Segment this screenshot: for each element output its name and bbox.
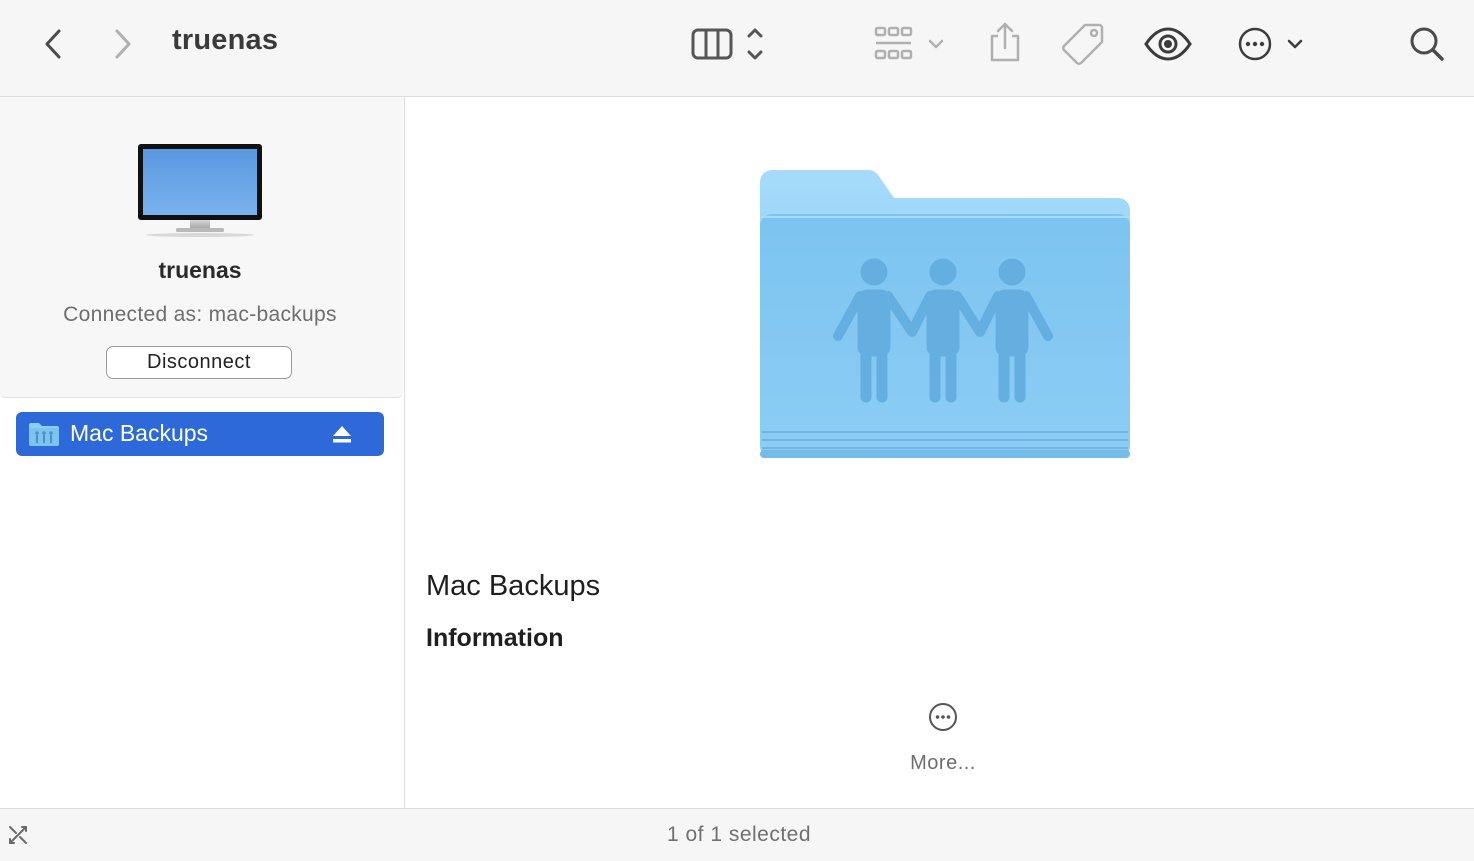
chevron-left-icon bbox=[45, 29, 61, 59]
ellipsis-circle-icon bbox=[929, 703, 957, 731]
actions-button[interactable] bbox=[1236, 22, 1308, 66]
back-button[interactable] bbox=[36, 24, 70, 64]
connection-status: Connected as: mac-backups bbox=[63, 303, 337, 326]
search-button[interactable] bbox=[1404, 22, 1450, 66]
server-card: truenas Connected as: mac-backups Discon… bbox=[0, 97, 403, 398]
window-title: truenas bbox=[172, 24, 279, 56]
chevron-right-icon bbox=[115, 29, 131, 59]
tag-icon bbox=[1062, 23, 1104, 65]
server-name: truenas bbox=[158, 257, 242, 283]
ellipsis-circle-icon bbox=[1238, 27, 1303, 61]
search-icon bbox=[1410, 27, 1444, 61]
shared-folder-icon bbox=[760, 169, 1130, 458]
preview-title: Mac Backups bbox=[426, 570, 601, 602]
toolbar: truenas bbox=[0, 0, 1474, 97]
eye-icon bbox=[1144, 27, 1192, 61]
forward-button[interactable] bbox=[106, 24, 140, 64]
more-label: More... bbox=[910, 752, 976, 774]
information-heading: Information bbox=[426, 624, 564, 652]
sidebar-item-label: Mac Backups bbox=[70, 420, 209, 446]
share-button[interactable] bbox=[984, 20, 1026, 66]
status-bar: 1 of 1 selected bbox=[0, 808, 1474, 861]
eject-button[interactable] bbox=[330, 422, 354, 446]
shared-folder-icon bbox=[29, 423, 59, 446]
view-mode-button[interactable] bbox=[688, 22, 772, 66]
eject-icon bbox=[333, 426, 351, 443]
group-button[interactable] bbox=[872, 22, 948, 66]
sidebar: truenas Connected as: mac-backups Discon… bbox=[0, 97, 405, 808]
selection-status: 1 of 1 selected bbox=[666, 823, 812, 846]
tag-button[interactable] bbox=[1060, 20, 1106, 66]
column-view-icon bbox=[691, 28, 763, 60]
quick-look-button[interactable] bbox=[1142, 22, 1194, 66]
sidebar-item-mac-backups[interactable]: Mac Backups bbox=[16, 412, 384, 456]
icon-grid-icon bbox=[874, 26, 944, 60]
share-icon bbox=[990, 22, 1020, 62]
disconnect-button[interactable]: Disconnect bbox=[106, 346, 292, 379]
computer-icon bbox=[138, 144, 262, 237]
